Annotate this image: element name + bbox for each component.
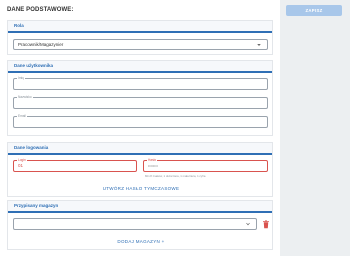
- email-label: Email: [17, 114, 27, 118]
- chevron-down-icon: [257, 44, 261, 46]
- password-hint: Min 8 znaków, 1 duża litera, 1 mała lite…: [145, 174, 206, 178]
- login-value: 01: [18, 163, 24, 168]
- form-panel: DANE PODSTAWOWE: Rola Pracownik/Magazyni…: [0, 0, 280, 256]
- role-select[interactable]: Pracownik/Magazynier: [13, 39, 268, 50]
- last-name-label: Nazwisko: [17, 95, 33, 99]
- warehouse-select[interactable]: [13, 218, 257, 230]
- first-name-label: Imię: [17, 76, 26, 80]
- save-button[interactable]: ZAPISZ: [286, 5, 342, 16]
- chevron-down-icon: [246, 222, 250, 226]
- login-data-section-title: Dane logowania: [8, 143, 272, 155]
- warehouse-section: Przypisany magazyn DODAJ MAGAZYN +: [7, 200, 273, 250]
- login-field[interactable]: Login 01: [13, 158, 137, 172]
- user-data-section-title: Dane użytkownika: [8, 61, 272, 73]
- password-label: Hasło: [147, 158, 158, 162]
- first-name-field[interactable]: Imię: [13, 76, 268, 90]
- user-data-section: Dane użytkownika Imię Nazwisko Email: [7, 60, 273, 136]
- last-name-field[interactable]: Nazwisko: [13, 95, 268, 109]
- password-value: ••••••••: [148, 164, 158, 168]
- login-label: Login: [17, 158, 27, 162]
- create-temp-password-link[interactable]: UTWÓRZ HASŁO TYMCZASOWE: [8, 186, 274, 191]
- add-warehouse-link[interactable]: DODAJ MAGAZYN +: [8, 239, 274, 244]
- page-title: DANE PODSTAWOWE:: [7, 7, 74, 13]
- login-data-section: Dane logowania Login 01 Hasło •••••••• M…: [7, 142, 273, 197]
- trash-icon[interactable]: [262, 220, 270, 229]
- role-select-value: Pracownik/Magazynier: [18, 42, 64, 47]
- email-field[interactable]: Email: [13, 114, 268, 128]
- password-field[interactable]: Hasło ••••••••: [143, 158, 268, 172]
- role-section: Rola Pracownik/Magazynier: [7, 20, 273, 55]
- warehouse-section-title: Przypisany magazyn: [8, 201, 272, 213]
- role-section-title: Rola: [8, 21, 272, 33]
